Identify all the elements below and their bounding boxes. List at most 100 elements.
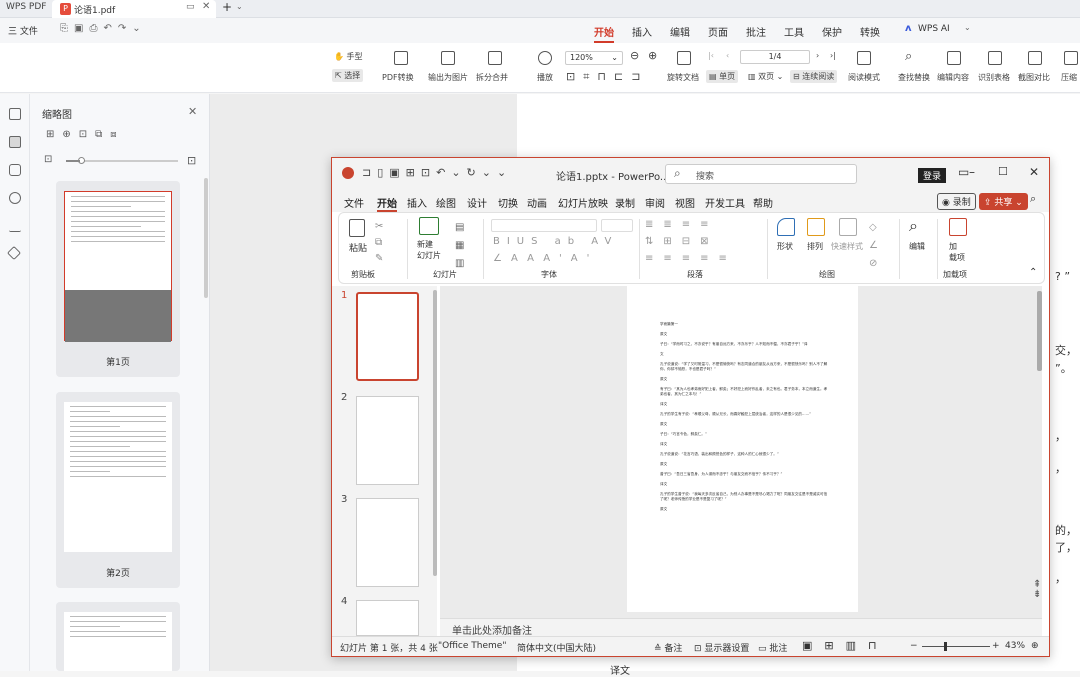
thumbnail-card-page-3[interactable]	[56, 602, 180, 671]
arrange-button[interactable]: 排列	[807, 241, 823, 252]
thumbnail-card-page-1[interactable]: 第1页	[56, 181, 180, 377]
slide-thumbnail-3[interactable]	[356, 498, 419, 587]
addin-button[interactable]: 加 载项	[949, 241, 965, 263]
ppt-tab-home[interactable]: 开始	[377, 195, 397, 212]
slide-layout-icons[interactable]: ▤ ▦ ▥	[455, 219, 464, 273]
play-button[interactable]: 播放	[537, 72, 553, 83]
comment-icon[interactable]	[9, 164, 21, 176]
thumbnail-icon[interactable]	[9, 136, 21, 148]
menu-tab-page[interactable]: 页面	[708, 24, 728, 39]
menu-tab-home[interactable]: 开始	[594, 24, 614, 43]
zoom-out-icon[interactable]: ⊖	[630, 49, 639, 62]
ppt-tab-insert[interactable]: 插入	[407, 195, 427, 210]
split-merge-button[interactable]: 拆分合并	[476, 72, 508, 83]
record-button[interactable]: ◉ 录制	[937, 193, 976, 210]
slide-scrollbar[interactable]	[1037, 291, 1042, 371]
collapse-ribbon-icon[interactable]: ⌃	[1029, 267, 1037, 278]
list-icons[interactable]: ≣≣≡≡	[645, 219, 719, 230]
fit-slide-icon[interactable]: ⊕	[1031, 641, 1039, 651]
ppt-tab-transitions[interactable]: 切换	[498, 195, 518, 210]
zoom-percentage[interactable]: 43%	[1005, 641, 1025, 651]
menu-tab-edit[interactable]: 编辑	[670, 24, 690, 39]
menu-tab-insert[interactable]: 插入	[632, 24, 652, 39]
language[interactable]: 简体中文(中国大陆)	[517, 641, 596, 654]
first-page-icon[interactable]: |‹	[708, 51, 714, 60]
shape-button[interactable]: 形状	[777, 241, 793, 252]
slide-thumbnail-2[interactable]	[356, 396, 419, 485]
font-name-select[interactable]	[491, 219, 597, 232]
slide-thumbnail-4[interactable]	[356, 600, 419, 636]
quick-access-icons[interactable]: ⎘▣⎙↶↷⌄	[60, 23, 147, 34]
close-tab-icon[interactable]: ✕	[202, 1, 210, 12]
chevron-down-icon[interactable]: ⌄	[964, 23, 971, 32]
file-menu[interactable]: 三 文件	[8, 24, 38, 37]
zoom-in-button[interactable]: +	[992, 641, 1000, 651]
share-button[interactable]: ⇪ 共享 ⌄	[979, 193, 1028, 210]
login-button[interactable]: 登录	[918, 168, 947, 183]
last-page-icon[interactable]: ›|	[830, 51, 836, 60]
align-icons[interactable]: ≡≡≡≡≡	[645, 253, 737, 264]
edit-content-button[interactable]: 编辑内容	[937, 72, 969, 83]
menu-tab-tools[interactable]: 工具	[784, 24, 804, 39]
zoom-slider[interactable]	[922, 642, 990, 651]
clipboard-icons[interactable]: ✂ ⧉ ✎	[375, 219, 383, 267]
thumbnail-size-slider[interactable]	[66, 157, 178, 164]
display-settings[interactable]: ⊡ 显示器设置	[694, 641, 749, 654]
maximize-icon[interactable]: ☐	[998, 165, 1008, 178]
direction-icons[interactable]: ⇅⊞⊟⊠	[645, 236, 719, 247]
zoom-slider-handle[interactable]	[944, 642, 947, 651]
font-size-select[interactable]	[601, 219, 633, 232]
rotate-document-button[interactable]: 旋转文档	[667, 72, 699, 83]
editing-button[interactable]: 编辑	[909, 241, 925, 252]
hand-tool-button[interactable]: ✋ 手型	[334, 51, 363, 62]
select-tool-button[interactable]: ⇱ 选择	[332, 69, 364, 82]
current-slide[interactable]: 学而篇第一 原文 子曰：“学而时习之，不亦说乎？有朋自远方来，不亦乐乎？人不知而不愠…	[627, 286, 858, 612]
find-replace-button[interactable]: 查找替换	[898, 72, 930, 83]
close-icon[interactable]: ✕	[188, 105, 197, 118]
zoom-select[interactable]: 120% ⌄	[565, 51, 623, 65]
notes-toggle[interactable]: ≙ 备注	[654, 641, 682, 654]
page-up-down-icons[interactable]: ⇞ ⇟	[1033, 580, 1041, 600]
comments-toggle[interactable]: ▭ 批注	[758, 641, 787, 654]
zoom-in-icon[interactable]: ⊕	[648, 49, 657, 62]
ppt-tab-record[interactable]: 录制	[615, 195, 635, 210]
next-page-icon[interactable]: ›	[816, 51, 819, 60]
screenshot-compare-button[interactable]: 截图对比	[1018, 72, 1050, 83]
layers-icon[interactable]	[6, 245, 22, 261]
page-number-input[interactable]: 1/4	[740, 50, 810, 64]
zoom-out-button[interactable]: −	[910, 641, 918, 651]
view-mode-icons[interactable]: ▣⊞▥⊓	[802, 639, 889, 652]
wps-ai-button[interactable]: WPS AI	[918, 24, 950, 34]
view-fit-icons[interactable]: ⊡⌗⊓⊏⊐	[566, 70, 648, 84]
minimize-icon[interactable]: –	[969, 165, 975, 179]
prev-page-icon[interactable]: ‹	[726, 51, 729, 60]
attachment-icon[interactable]	[9, 192, 21, 204]
font-style-icons[interactable]: BIUS ab AV	[493, 236, 618, 247]
shape-format-icons[interactable]: ◇ ∠ ⊘	[869, 219, 878, 273]
thumbnail-tool-icons[interactable]: ⊞⊕⊡⧉⧈	[46, 129, 125, 140]
search-box[interactable]: ⌕ 搜索	[665, 164, 857, 184]
ppt-tab-slideshow[interactable]: 幻灯片放映	[558, 195, 608, 210]
thumbnail-scrollbar[interactable]	[204, 178, 208, 298]
comments-icon[interactable]: ⌕	[1030, 192, 1036, 206]
ppt-tab-animations[interactable]: 动画	[527, 195, 547, 210]
menu-tab-annotate[interactable]: 批注	[746, 24, 766, 39]
thumbnail-card-page-2[interactable]: 第2页	[56, 392, 180, 588]
compress-button[interactable]: 压缩	[1061, 72, 1077, 83]
new-tab-icon[interactable]: +	[222, 0, 232, 14]
slide-thumbnail-1[interactable]	[356, 292, 419, 381]
single-page-button[interactable]: ▤ 单页	[706, 70, 739, 83]
ppt-tab-file[interactable]: 文件	[344, 195, 364, 210]
chevron-down-icon[interactable]: ⌄	[236, 2, 243, 11]
read-mode-button[interactable]: 阅读模式	[848, 72, 880, 83]
double-page-button[interactable]: ▥ 双页 ⌄	[748, 71, 783, 82]
pdf-convert-button[interactable]: PDF转换	[382, 72, 414, 83]
slide-panel-scrollbar[interactable]	[433, 290, 437, 576]
new-slide-button[interactable]: 新建 幻灯片	[417, 239, 441, 261]
font-color-icons[interactable]: ∠AAA'A'	[493, 253, 598, 264]
document-tab[interactable]: P 论语1.pdf ▭ ✕	[52, 0, 216, 18]
ppt-tab-developer[interactable]: 开发工具	[705, 195, 745, 210]
continuous-read-button[interactable]: ⊟ 连续阅读	[790, 70, 838, 83]
ribbon-display-icon[interactable]: ▭	[958, 165, 969, 179]
menu-tab-convert[interactable]: 转换	[860, 24, 880, 39]
